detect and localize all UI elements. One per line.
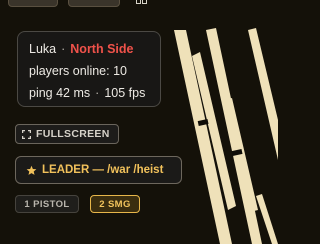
weapon-slot-smg[interactable]: 2 SMG: [90, 195, 140, 213]
fullscreen-icon: [22, 129, 31, 139]
star-icon: [26, 165, 37, 176]
ping-text: ping 42 ms: [29, 86, 91, 100]
top-tab-button[interactable]: [8, 0, 58, 7]
network-stats-line: ping 42 ms · 105 fps: [29, 84, 150, 106]
top-toolbar: [0, 0, 278, 7]
leader-label: LEADER — /war /heist: [42, 164, 164, 176]
fullscreen-label: FULLSCREEN: [36, 128, 110, 140]
top-tab-button[interactable]: [68, 0, 120, 7]
separator-dot: ·: [61, 42, 66, 56]
server-name: North Side: [70, 42, 134, 56]
fullscreen-button[interactable]: FULLSCREEN: [15, 124, 119, 144]
players-online-text: players online: 10: [29, 64, 127, 78]
leader-badge: LEADER — /war /heist: [15, 156, 182, 184]
weapon-slot-pistol[interactable]: 1 PISTOL: [15, 195, 79, 213]
player-info-card: Luka · North Side players online: 10 ping …: [17, 31, 161, 107]
player-name: Luka: [29, 42, 57, 56]
fps-text: 105 fps: [104, 86, 146, 100]
separator-dot: ·: [95, 86, 100, 100]
grid-icon[interactable]: [136, 0, 148, 5]
player-server-line: Luka · North Side: [29, 40, 150, 62]
